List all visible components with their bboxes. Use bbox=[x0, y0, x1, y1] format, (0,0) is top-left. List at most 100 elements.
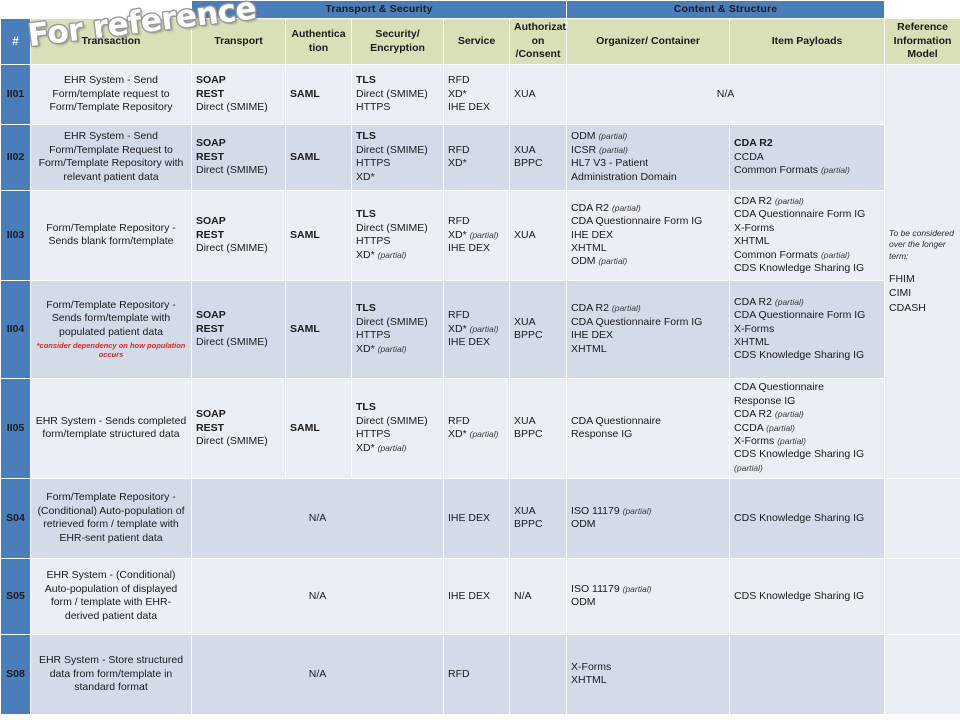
rim-note: To be considered over the longer term: bbox=[889, 227, 954, 261]
value-line: IHE DEX bbox=[448, 590, 505, 603]
cell-service: IHE DEX bbox=[443, 557, 510, 635]
value-line: XHTML bbox=[571, 242, 725, 255]
value-line: TLS bbox=[356, 401, 439, 414]
value-line: SAML bbox=[290, 229, 347, 242]
cell-authentication: SAML bbox=[285, 123, 352, 191]
value-list: XUA BPPC bbox=[514, 144, 562, 171]
value-list: TLS Direct (SMIME) HTTPS XD* (partial) bbox=[356, 208, 439, 262]
value-text: TLS bbox=[356, 302, 376, 315]
cell-security-encryption: TLS Direct (SMIME) HTTPS bbox=[351, 63, 444, 125]
value-text: Direct (SMIME) bbox=[356, 414, 428, 427]
value-text: SAML bbox=[290, 421, 320, 434]
value-text: XUA bbox=[514, 315, 536, 328]
value-text: CDA Questionnaire Form IG bbox=[734, 309, 866, 322]
partial-qualifier: (partial) bbox=[611, 303, 641, 314]
value-text: IHE DEX bbox=[448, 100, 491, 113]
value-text: CDA R2 bbox=[734, 137, 773, 150]
value-line: HTTPS bbox=[356, 235, 439, 248]
value-line: SAML bbox=[290, 151, 347, 164]
cell-reference-information-model-empty bbox=[884, 633, 960, 715]
value-text: XUA bbox=[514, 414, 536, 427]
cell-security-encryption: TLS Direct (SMIME) HTTPS XD* (partial) bbox=[351, 279, 444, 379]
rim-item: FHIM bbox=[889, 273, 915, 286]
partial-qualifier: (partial) bbox=[377, 249, 407, 260]
value-line: XUA bbox=[514, 144, 562, 157]
partial-qualifier: (partial) bbox=[820, 249, 850, 260]
row-id-s04: S04 bbox=[0, 477, 31, 559]
cell-authentication: SAML bbox=[285, 279, 352, 379]
column-header-organizer-container: Organizer/ Container bbox=[566, 18, 731, 65]
value-line: HTTPS bbox=[356, 428, 439, 441]
value-text: IHE DEX bbox=[448, 241, 491, 254]
value-text: XHTML bbox=[571, 241, 607, 254]
value-line: CDA Questionnaire bbox=[571, 415, 725, 428]
value-text: CDA Questionnaire Form IG bbox=[571, 315, 703, 328]
value-text: X-Forms bbox=[734, 322, 775, 335]
table-row: II01 EHR System - Send Form/template requ… bbox=[0, 63, 960, 479]
value-text: ICSR bbox=[571, 143, 597, 156]
table-row: S08 EHR System - Store structured data fr… bbox=[0, 633, 960, 715]
value-line: CDA Questionnaire Form IG bbox=[571, 316, 725, 329]
value-line: CDA R2 (partial) bbox=[734, 296, 880, 309]
value-line: RFD bbox=[448, 144, 505, 157]
value-text: CDA R2 bbox=[734, 194, 772, 207]
value-text: XD* bbox=[448, 428, 467, 441]
value-line: XUA bbox=[514, 415, 562, 428]
value-text: REST bbox=[196, 421, 225, 434]
group-header-content-structure: Content & Structure bbox=[566, 0, 886, 20]
cell-service: RFD XD* (partial) IHE DEX bbox=[443, 279, 510, 379]
cell-transaction: EHR System - (Conditional) Auto-populati… bbox=[30, 557, 192, 635]
cell-organizer-container: CDA R2 (partial) CDA Questionnaire Form I… bbox=[566, 279, 731, 379]
value-line: IHE DEX bbox=[448, 101, 505, 114]
cell-authorization-consent: XUA BPPC bbox=[508, 123, 568, 191]
cell-security-encryption: TLS Direct (SMIME) HTTPS XD* (partial) bbox=[351, 189, 444, 281]
cell-item-payloads bbox=[729, 633, 886, 715]
partial-qualifier: (partial) bbox=[622, 583, 652, 594]
value-list: RFD XD* bbox=[448, 144, 505, 171]
cell-reference-information-model-empty bbox=[884, 477, 960, 559]
value-text: RFD bbox=[448, 667, 470, 680]
cell-security-encryption: TLS Direct (SMIME) HTTPS XD* (partial) bbox=[351, 377, 444, 479]
partial-qualifier: (partial) bbox=[774, 409, 804, 420]
row-id-s05: S05 bbox=[0, 557, 31, 635]
value-line: SAML bbox=[290, 422, 347, 435]
value-line: X-Forms bbox=[571, 661, 725, 674]
value-text: REST bbox=[196, 228, 225, 241]
group-header-transport-security: Transport & Security bbox=[190, 0, 568, 20]
value-line: TLS bbox=[356, 208, 439, 221]
table-row: S05 EHR System - (Conditional) Auto-popul… bbox=[0, 557, 960, 635]
value-list: CDA R2 (partial) CDA Questionnaire Form I… bbox=[734, 195, 880, 276]
value-text: IHE DEX bbox=[448, 511, 491, 524]
partial-qualifier: (partial) bbox=[598, 131, 628, 142]
cell-transaction: EHR System - Store structured data from … bbox=[30, 633, 192, 715]
value-text: BPPC bbox=[514, 329, 543, 342]
value-list: ISO 11179 (partial) ODM bbox=[571, 583, 725, 610]
value-list: XUA bbox=[514, 88, 562, 101]
value-list: CDA R2 (partial) CDA Questionnaire Form I… bbox=[571, 202, 725, 269]
table-row: II05 EHR System - Sends completed form/te… bbox=[0, 377, 960, 479]
value-line: N/A bbox=[514, 590, 562, 603]
value-text: ODM bbox=[571, 596, 596, 609]
value-text: BPPC bbox=[514, 428, 543, 441]
value-text: SOAP bbox=[196, 74, 226, 87]
transaction-text: EHR System - Send Form/template request … bbox=[49, 74, 173, 113]
value-line: ODM bbox=[571, 596, 725, 609]
table-row: II02 EHR System - Send Form/Template Requ… bbox=[0, 123, 960, 191]
value-line: RFD bbox=[448, 309, 505, 322]
value-text: Common Formats bbox=[734, 163, 819, 176]
cell-transport-security-na: N/A bbox=[191, 633, 444, 715]
cell-item-payloads: CDS Knowledge Sharing IG bbox=[729, 557, 886, 635]
value-text: XD* bbox=[356, 342, 375, 355]
cell-item-payloads: CDS Knowledge Sharing IG bbox=[729, 477, 886, 559]
value-line: IHE DEX bbox=[571, 329, 725, 342]
value-line: CDA Questionnaire Form IG bbox=[571, 215, 725, 228]
value-line: TLS bbox=[356, 74, 439, 87]
cell-authorization-consent: XUA BPPC bbox=[508, 377, 568, 479]
cell-transaction: EHR System - Send Form/template request … bbox=[30, 63, 192, 125]
value-line: XUA bbox=[514, 229, 562, 242]
cell-service: IHE DEX bbox=[443, 477, 510, 559]
value-text: HTTPS bbox=[356, 235, 391, 248]
value-list: SAML bbox=[290, 323, 347, 336]
value-list: CDA R2 (partial) CDA Questionnaire Form I… bbox=[734, 296, 880, 363]
column-header-transaction: Transaction bbox=[30, 18, 192, 65]
